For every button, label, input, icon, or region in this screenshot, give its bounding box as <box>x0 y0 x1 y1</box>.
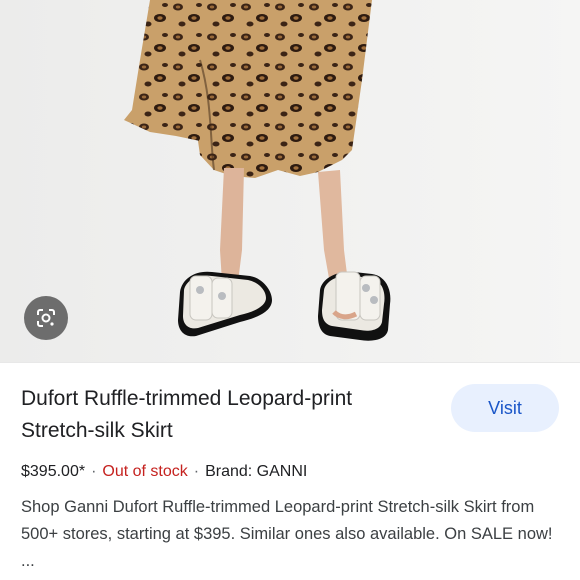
lens-search-button[interactable] <box>24 296 68 340</box>
product-title[interactable]: Dufort Ruffle-trimmed Leopard-print Stre… <box>21 383 411 447</box>
lens-search-icon <box>37 309 55 327</box>
product-description: Shop Ganni Dufort Ruffle-trimmed Leopard… <box>21 498 553 570</box>
product-meta: $395.00* · Out of stock · Brand: GANNI <box>21 460 307 484</box>
brand: Brand: GANNI <box>205 463 308 480</box>
stock-status: Out of stock <box>102 463 188 480</box>
separator-dot: · <box>91 463 97 480</box>
visit-button[interactable]: Visit <box>451 384 559 432</box>
separator-dot: · <box>193 463 200 480</box>
product-image[interactable] <box>0 0 580 362</box>
divider <box>0 362 580 363</box>
price: $395.00* <box>21 463 86 480</box>
product-photo <box>0 0 580 362</box>
